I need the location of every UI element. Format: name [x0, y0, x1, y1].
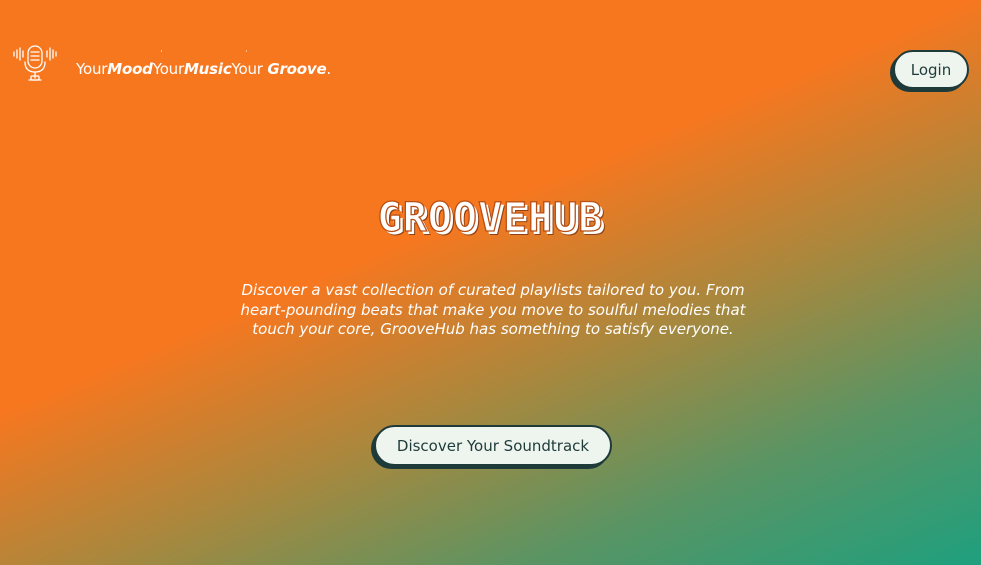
- discover-soundtrack-button[interactable]: Discover Your Soundtrack: [374, 425, 612, 466]
- tagline-period: .: [326, 60, 331, 78]
- decorative-dot: ·: [160, 47, 163, 57]
- tagline-music: Music: [183, 60, 232, 78]
- login-button[interactable]: Login: [893, 50, 969, 89]
- tagline-mood: Mood: [107, 60, 153, 78]
- hero-title: GROOVEHUB: [377, 194, 604, 241]
- tagline: YourMoodYourMusicYour Groove. · ·: [76, 48, 331, 79]
- tagline-your-3: Your: [231, 60, 263, 78]
- tagline-your-1: Your: [76, 60, 108, 78]
- tagline-groove: Groove: [267, 60, 327, 78]
- tagline-your-2: Your: [152, 60, 184, 78]
- logo-microphone-icon[interactable]: [12, 44, 58, 84]
- decorative-dot: ·: [245, 47, 248, 57]
- hero-description: Discover a vast collection of curated pl…: [240, 281, 746, 338]
